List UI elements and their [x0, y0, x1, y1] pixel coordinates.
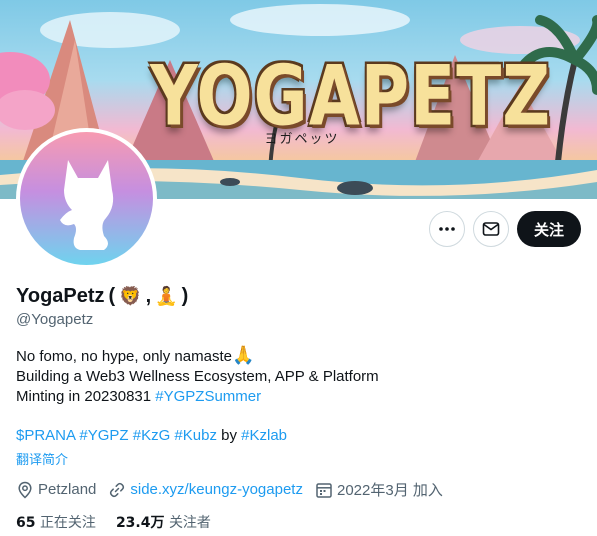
bio-line-1: No fomo, no hype, only namaste🙏 — [16, 346, 379, 367]
by-text: by — [221, 427, 237, 444]
avatar[interactable] — [16, 128, 157, 269]
user-handle: @Yogapetz — [16, 311, 94, 328]
follow-button[interactable]: 关注 — [517, 211, 581, 247]
bio-line-3-text: Minting in 20230831 — [16, 388, 156, 405]
banner-subtitle: ヨガペッツ — [264, 132, 340, 147]
bio-line-2: Building a Web3 Wellness Ecosystem, APP … — [16, 368, 379, 385]
name-comma: , — [145, 285, 152, 307]
website-link[interactable]: side.xyz/keungz-yogapetz — [130, 481, 303, 498]
lion-emoji-icon: 🦁 — [119, 286, 142, 307]
display-name-row: YogaPetz ( 🦁 , 🧘 ) — [16, 285, 188, 308]
more-button[interactable] — [429, 211, 465, 247]
hashtag-link[interactable]: #Kzlab — [241, 427, 287, 444]
cashtag-link[interactable]: $PRANA — [16, 427, 75, 444]
envelope-icon — [482, 222, 500, 236]
bio-tags: $PRANA #YGPZ #KzG #Kubz by #Kzlab — [16, 426, 287, 446]
name-paren-open: ( — [108, 285, 116, 307]
followers-label: 关注者 — [168, 515, 211, 531]
yoga-emoji-icon: 🧘 — [155, 286, 178, 307]
location-pin-icon — [18, 481, 32, 499]
profile-actions: 关注 — [429, 211, 581, 247]
translate-bio-link[interactable]: 翻译简介 — [16, 449, 68, 468]
website: side.xyz/keungz-yogapetz — [108, 481, 303, 499]
location: Petzland — [16, 481, 96, 499]
join-date: 2022年3月 加入 — [315, 479, 443, 500]
profile-bio: No fomo, no hype, only namaste🙏 Building… — [16, 346, 379, 407]
hashtag-link[interactable]: #Kubz — [174, 427, 217, 444]
link-icon — [110, 482, 125, 497]
message-button[interactable] — [473, 211, 509, 247]
followers-stat[interactable]: 23.4万 关注者 — [116, 512, 211, 532]
hashtag-link[interactable]: #YGPZSummer — [155, 388, 261, 405]
bio-line-1-text: No fomo, no hype, only namaste — [16, 348, 232, 365]
more-horizontal-icon — [439, 227, 455, 231]
join-date-text: 2022年3月 加入 — [336, 482, 443, 499]
profile-meta: Petzland side.xyz/keungz-yogapetz 2022年3… — [16, 479, 443, 500]
hashtag-link[interactable]: #KzG — [133, 427, 171, 444]
profile-stats: 65 正在关注 23.4万 关注者 — [16, 512, 211, 532]
hashtag-link[interactable]: #YGPZ — [79, 427, 128, 444]
following-label: 正在关注 — [39, 515, 96, 531]
name-paren-close: ) — [181, 285, 189, 307]
bio-line-3: Minting in 20230831 #YGPZSummer — [16, 387, 379, 407]
following-count: 65 — [16, 515, 36, 531]
following-stat[interactable]: 65 正在关注 — [16, 512, 96, 532]
followers-count: 23.4万 — [115, 515, 165, 531]
calendar-icon — [316, 482, 332, 498]
display-name: YogaPetz — [16, 285, 105, 307]
location-text: Petzland — [38, 481, 97, 498]
cat-silhouette-icon — [60, 160, 114, 250]
folded-hands-emoji-icon: 🙏 — [231, 345, 255, 366]
